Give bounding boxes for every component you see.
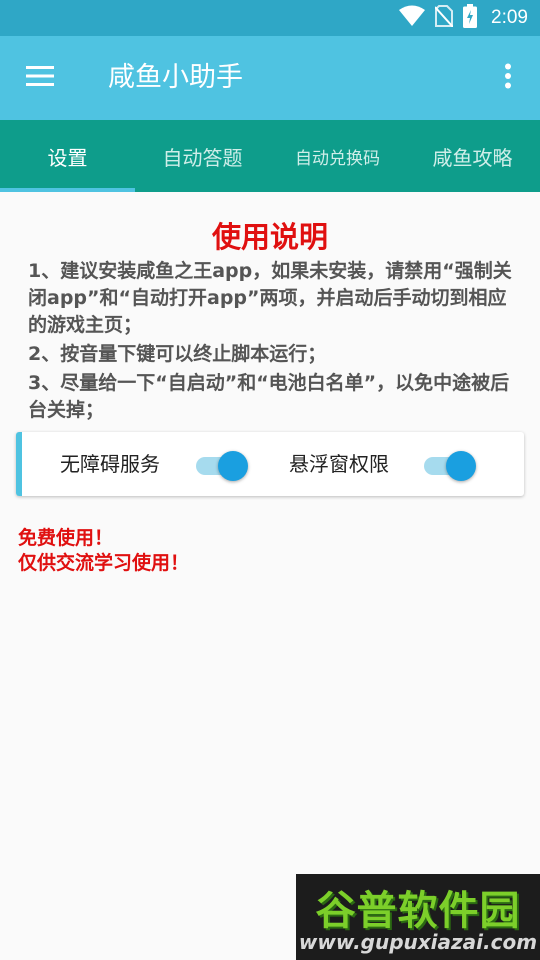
status-bar: 2:09 bbox=[0, 0, 540, 36]
app-bar: 咸鱼小助手 bbox=[0, 36, 540, 120]
tab-settings[interactable]: 设置 bbox=[0, 120, 135, 192]
no-sim-icon bbox=[434, 5, 454, 31]
tab-auto-redeem-code[interactable]: 自动兑换码 bbox=[270, 120, 405, 192]
tab-bar: 设置 自动答题 自动兑换码 咸鱼攻略 bbox=[0, 120, 540, 192]
tab-label: 设置 bbox=[47, 145, 88, 170]
accessibility-service-switch[interactable] bbox=[196, 451, 248, 481]
menu-button[interactable] bbox=[16, 54, 64, 102]
instructions-title: 使用说明 bbox=[211, 220, 328, 254]
overlay-permission-switch[interactable] bbox=[424, 451, 476, 481]
instruction-item: 1、建议安装咸鱼之王app，如果未安装，请禁用“强制关闭app”和“自动打开ap… bbox=[28, 260, 512, 336]
status-icons: 2:09 bbox=[399, 0, 528, 36]
hamburger-menu-icon bbox=[26, 65, 54, 91]
learning-only-note: 仅供交流学习使用！ bbox=[18, 552, 190, 574]
tab-label: 自动兑换码 bbox=[295, 148, 380, 169]
accessibility-service-label: 无障碍服务 bbox=[60, 452, 160, 476]
active-tab-indicator bbox=[0, 188, 135, 192]
switch-thumb bbox=[446, 451, 476, 481]
usage-notes: 免费使用！ 仅供交流学习使用！ bbox=[18, 526, 189, 576]
battery-charging-icon bbox=[463, 4, 478, 32]
app-title: 咸鱼小助手 bbox=[108, 62, 243, 93]
instruction-item: 2、按音量下键可以终止脚本运行； bbox=[28, 343, 327, 365]
permissions-card: 无障碍服务 悬浮窗权限 bbox=[16, 432, 524, 496]
tab-label: 自动答题 bbox=[162, 145, 243, 170]
tab-label: 咸鱼攻略 bbox=[432, 145, 513, 170]
more-vert-icon bbox=[504, 63, 512, 93]
status-time: 2:09 bbox=[491, 7, 528, 28]
instructions-list: 1、建议安装咸鱼之王app，如果未安装，请禁用“强制关闭app”和“自动打开ap… bbox=[28, 258, 514, 426]
switch-thumb bbox=[218, 451, 248, 481]
site-watermark: 谷普软件园 www.gupuxiazai.com bbox=[296, 874, 540, 960]
card-accent-bar bbox=[16, 432, 22, 496]
tab-auto-answer[interactable]: 自动答题 bbox=[135, 120, 270, 192]
tab-guide[interactable]: 咸鱼攻略 bbox=[405, 120, 540, 192]
more-options-button[interactable] bbox=[490, 54, 526, 102]
instruction-item: 3、尽量给一下“自启动”和“电池白名单”，以免中途被后台关掉； bbox=[28, 372, 510, 421]
overlay-permission-label: 悬浮窗权限 bbox=[289, 452, 389, 476]
free-use-note: 免费使用！ bbox=[18, 527, 114, 549]
watermark-url: www.gupuxiazai.com bbox=[298, 930, 538, 954]
watermark-text: 谷普软件园 bbox=[315, 888, 521, 934]
wifi-icon bbox=[399, 5, 426, 31]
